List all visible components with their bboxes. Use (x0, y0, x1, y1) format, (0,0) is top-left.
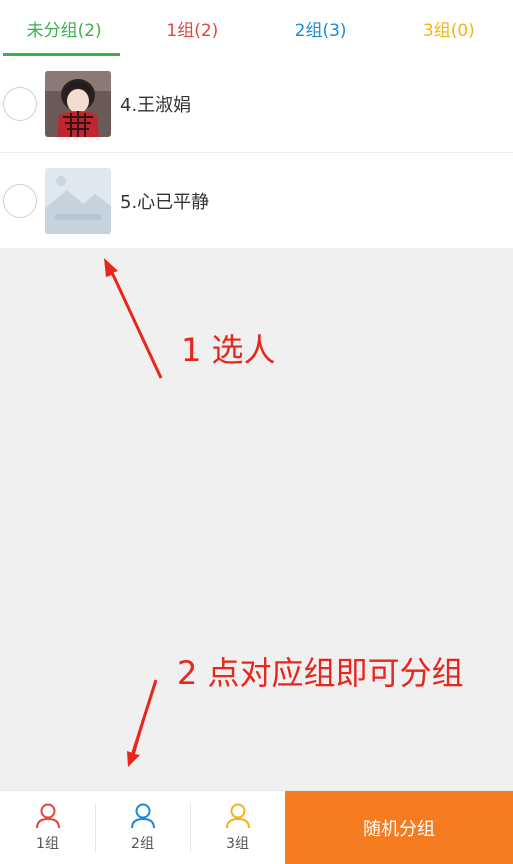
nav-label: 2组 (131, 835, 154, 852)
person-icon (35, 803, 60, 828)
annotation-arrows (104, 258, 163, 767)
assign-group-2-button[interactable]: 2组 (95, 791, 190, 864)
random-group-button[interactable]: 随机分组 (285, 791, 513, 864)
step1-annotation: 1 选人 (181, 331, 276, 369)
person-icon (225, 803, 250, 828)
person-icon (130, 803, 155, 828)
step2-annotation: 2 点对应组即可分组 (177, 654, 464, 692)
nav-label: 1组 (36, 835, 59, 852)
nav-label: 3组 (226, 835, 249, 852)
bottom-action-bar: 1组 2组 3组 随机分组 (0, 790, 513, 864)
assign-group-3-button[interactable]: 3组 (190, 791, 285, 864)
assign-group-1-button[interactable]: 1组 (0, 791, 95, 864)
